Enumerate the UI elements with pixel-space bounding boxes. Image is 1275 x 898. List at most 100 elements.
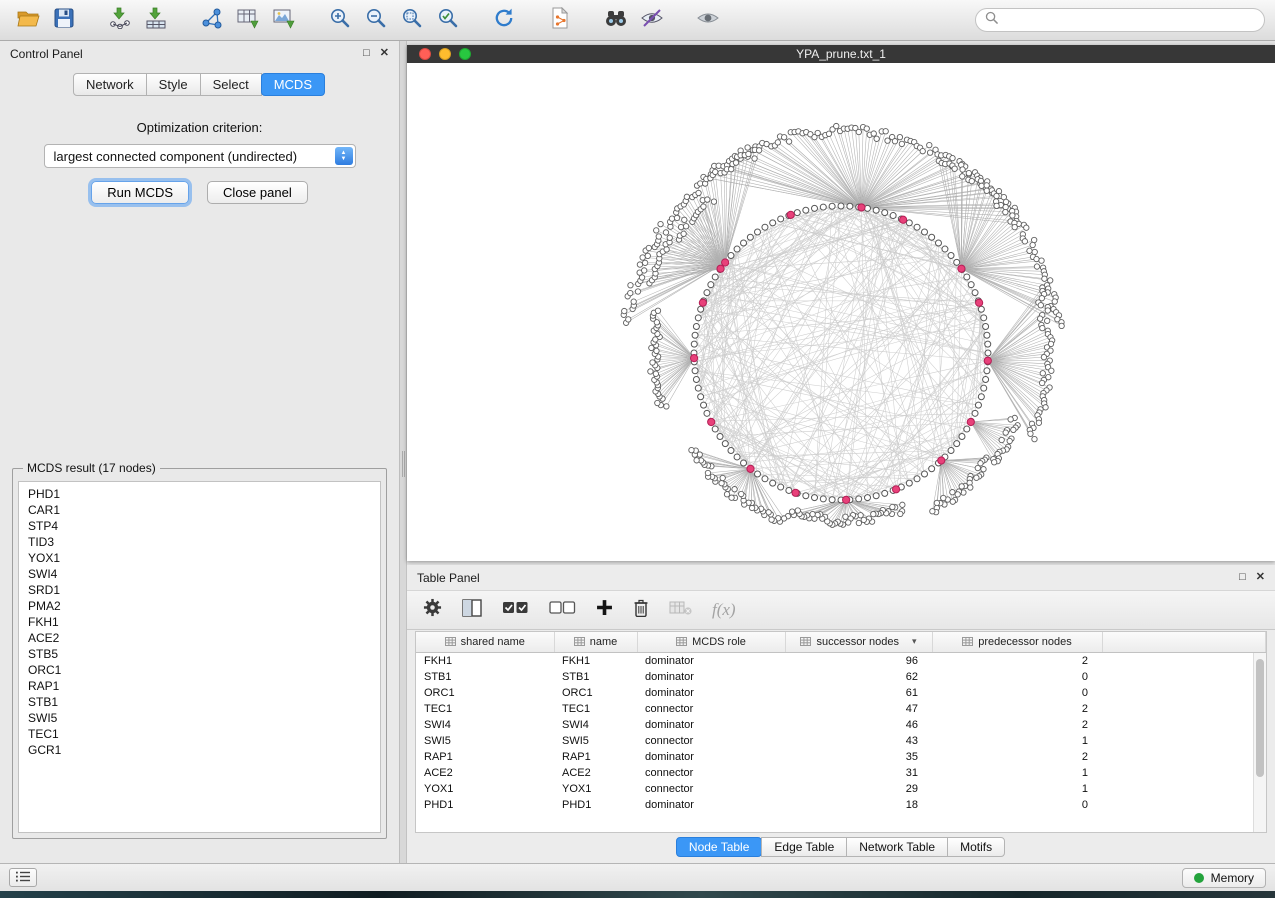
panel-splitter[interactable] bbox=[400, 41, 407, 863]
zoom-out-button[interactable] bbox=[358, 4, 394, 36]
float-panel-icon[interactable]: □ bbox=[363, 48, 370, 59]
document-share-icon bbox=[549, 7, 571, 34]
memory-button[interactable]: Memory bbox=[1182, 868, 1266, 888]
table-row-SWI4[interactable]: SWI4SWI4dominator462 bbox=[416, 717, 1266, 733]
result-list-item[interactable]: STB5 bbox=[28, 646, 371, 662]
memory-status-icon bbox=[1194, 873, 1204, 883]
result-list-item[interactable]: RAP1 bbox=[28, 678, 371, 694]
close-table-panel-icon[interactable]: ✕ bbox=[1256, 572, 1265, 583]
result-list-item[interactable]: SWI4 bbox=[28, 566, 371, 582]
criterion-dropdown[interactable]: largest connected component (undirected)… bbox=[44, 144, 356, 168]
zoom-fit-button[interactable] bbox=[394, 4, 430, 36]
import-table-button[interactable] bbox=[138, 4, 174, 36]
save-session-button[interactable] bbox=[46, 4, 82, 36]
tab-select[interactable]: Select bbox=[200, 73, 262, 96]
network-view-window: YPA_prune.txt_1 bbox=[407, 45, 1275, 561]
tab-style[interactable]: Style bbox=[146, 73, 201, 96]
table-row-ORC1[interactable]: ORC1ORC1dominator610 bbox=[416, 685, 1266, 701]
result-list-item[interactable]: TID3 bbox=[28, 534, 371, 550]
run-mcds-button[interactable]: Run MCDS bbox=[91, 181, 189, 204]
table-panel: Table Panel □ ✕ f(x) bbox=[407, 565, 1275, 863]
tab-mcds[interactable]: MCDS bbox=[261, 73, 325, 96]
result-list-item[interactable]: ORC1 bbox=[28, 662, 371, 678]
tab-network-table[interactable]: Network Table bbox=[846, 837, 948, 857]
status-bar: Memory bbox=[0, 863, 1275, 891]
show-graphics-button[interactable] bbox=[690, 4, 726, 36]
zoom-in-icon bbox=[329, 7, 351, 34]
hide-graphics-button[interactable] bbox=[634, 4, 670, 36]
panel-list-button[interactable] bbox=[9, 868, 37, 887]
table-scrollbar-thumb[interactable] bbox=[1256, 659, 1264, 777]
table-chart-icon bbox=[236, 7, 260, 34]
export-network-button[interactable] bbox=[542, 4, 578, 36]
table-settings-button[interactable] bbox=[423, 596, 442, 624]
control-panel-tabs: NetworkStyleSelectMCDS bbox=[0, 73, 399, 96]
new-network-button[interactable] bbox=[194, 4, 230, 36]
new-table-button[interactable] bbox=[230, 4, 266, 36]
application-window: Control Panel □ ✕ NetworkStyleSelectMCDS… bbox=[0, 0, 1275, 898]
minimize-window-icon[interactable] bbox=[439, 48, 451, 60]
table-row-TEC1[interactable]: TEC1TEC1connector472 bbox=[416, 701, 1266, 717]
search-input[interactable] bbox=[1003, 12, 1255, 28]
column-header-name[interactable]: name bbox=[554, 632, 637, 652]
result-list-item[interactable]: SRD1 bbox=[28, 582, 371, 598]
table-row-ACE2[interactable]: ACE2ACE2connector311 bbox=[416, 765, 1266, 781]
result-list-item[interactable]: CAR1 bbox=[28, 502, 371, 518]
result-list-item[interactable]: STB1 bbox=[28, 694, 371, 710]
table-row-SWI5[interactable]: SWI5SWI5connector431 bbox=[416, 733, 1266, 749]
mcds-result-list[interactable]: PHD1CAR1STP4TID3YOX1SWI4SRD1PMA2FKH1ACE2… bbox=[18, 481, 381, 833]
table-row-FKH1[interactable]: FKH1FKH1dominator962 bbox=[416, 652, 1266, 669]
delete-table-button bbox=[669, 596, 692, 624]
column-header-predecessor-nodes[interactable]: predecessor nodes bbox=[932, 632, 1102, 652]
refresh-button[interactable] bbox=[486, 4, 522, 36]
result-list-item[interactable]: PHD1 bbox=[28, 486, 371, 502]
column-header-MCDS-role[interactable]: MCDS role bbox=[637, 632, 785, 652]
result-list-item[interactable]: ACE2 bbox=[28, 630, 371, 646]
import-network-button[interactable] bbox=[102, 4, 138, 36]
deselect-all-columns-button[interactable] bbox=[549, 596, 576, 624]
export-image-button[interactable] bbox=[266, 4, 302, 36]
column-type-icon bbox=[800, 637, 811, 646]
image-icon bbox=[272, 7, 296, 34]
result-list-item[interactable]: GCR1 bbox=[28, 742, 371, 758]
result-list-item[interactable]: PMA2 bbox=[28, 598, 371, 614]
network-window-titlebar[interactable]: YPA_prune.txt_1 bbox=[407, 45, 1275, 63]
tab-motifs[interactable]: Motifs bbox=[947, 837, 1005, 857]
close-panel-button[interactable]: Close panel bbox=[207, 181, 308, 204]
tab-edge-table[interactable]: Edge Table bbox=[761, 837, 847, 857]
open-file-button[interactable] bbox=[10, 4, 46, 36]
result-list-item[interactable]: YOX1 bbox=[28, 550, 371, 566]
tab-network[interactable]: Network bbox=[73, 73, 147, 96]
table-scrollbar[interactable] bbox=[1253, 653, 1266, 832]
tab-node-table[interactable]: Node Table bbox=[676, 837, 763, 857]
table-row-RAP1[interactable]: RAP1RAP1dominator352 bbox=[416, 749, 1266, 765]
mcds-result-box: MCDS result (17 nodes) PHD1CAR1STP4TID3Y… bbox=[12, 461, 387, 839]
sort-arrow-icon[interactable]: ▾ bbox=[912, 636, 917, 647]
zoom-in-button[interactable] bbox=[322, 4, 358, 36]
find-button[interactable] bbox=[598, 4, 634, 36]
select-all-columns-button[interactable] bbox=[502, 596, 529, 624]
zoom-selected-button[interactable] bbox=[430, 4, 466, 36]
close-window-icon[interactable] bbox=[419, 48, 431, 60]
column-header-shared-name[interactable]: shared name bbox=[416, 632, 554, 652]
table-row-STB1[interactable]: STB1STB1dominator620 bbox=[416, 669, 1266, 685]
result-list-item[interactable]: STP4 bbox=[28, 518, 371, 534]
column-header-successor-nodes[interactable]: successor nodes▾ bbox=[785, 632, 932, 652]
delete-column-button[interactable] bbox=[633, 596, 649, 624]
result-list-item[interactable]: SWI5 bbox=[28, 710, 371, 726]
toolbar-search[interactable] bbox=[975, 8, 1265, 32]
add-column-button[interactable] bbox=[596, 596, 613, 624]
control-panel-title: Control Panel bbox=[10, 47, 83, 61]
table-row-PHD1[interactable]: PHD1PHD1dominator180 bbox=[416, 797, 1266, 813]
result-list-item[interactable]: FKH1 bbox=[28, 614, 371, 630]
table-row-YOX1[interactable]: YOX1YOX1connector291 bbox=[416, 781, 1266, 797]
show-columns-button[interactable] bbox=[462, 596, 482, 624]
close-panel-icon[interactable]: ✕ bbox=[380, 48, 389, 59]
result-list-item[interactable]: TEC1 bbox=[28, 726, 371, 742]
trash-icon bbox=[633, 598, 649, 622]
save-icon bbox=[54, 8, 74, 33]
maximize-window-icon[interactable] bbox=[459, 48, 471, 60]
float-table-panel-icon[interactable]: □ bbox=[1239, 572, 1246, 583]
mcds-result-title: MCDS result (17 nodes) bbox=[23, 461, 160, 475]
network-graph-canvas[interactable] bbox=[407, 63, 1275, 561]
